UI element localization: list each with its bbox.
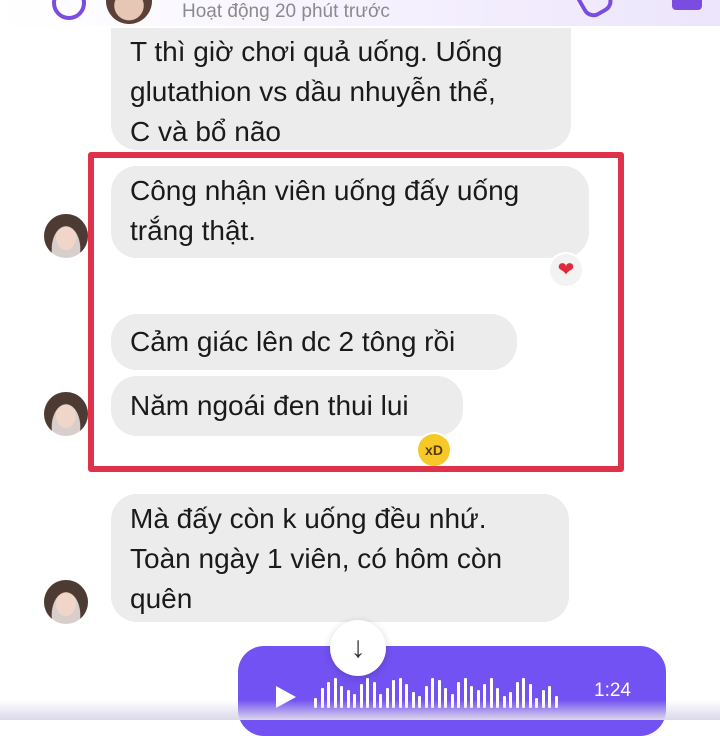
message-line: Mà đấy còn k uống đều nhứ. [130,503,487,534]
sender-avatar[interactable] [44,580,88,624]
avatar-hair [44,214,88,258]
scroll-down-button[interactable]: ↓ [330,620,386,676]
video-call-icon[interactable] [672,0,702,10]
message-line: Toàn ngày 1 viên, có hôm còn [130,543,503,574]
phone-call-icon[interactable] [571,0,617,22]
avatar-hair [44,580,88,624]
bottom-fade [0,700,720,720]
highlight-box [88,152,624,472]
audio-duration: 1:24 [594,680,631,701]
message-bubble[interactable]: T thì giờ chơi quả uống. Uống glutathion… [111,28,571,150]
voice-message[interactable]: 1:24 [238,646,666,736]
back-icon[interactable] [52,0,86,20]
active-status: Hoạt động 20 phút trước [182,1,390,22]
message-line: glutathion vs dầu nhuyễn thể, [130,76,496,107]
contact-avatar[interactable] [106,0,152,24]
chat-header: Hoạt động 20 phút trước [0,0,720,26]
message-line: quên [130,583,193,614]
message-line: T thì giờ chơi quả uống. Uống [130,36,503,67]
message-bubble[interactable]: Mà đấy còn k uống đều nhứ. Toàn ngày 1 v… [111,494,569,622]
avatar-hair [44,392,88,436]
message-line: C và bổ não [130,116,281,147]
sender-avatar[interactable] [44,392,88,436]
sender-avatar[interactable] [44,214,88,258]
arrow-down-icon: ↓ [350,631,366,664]
